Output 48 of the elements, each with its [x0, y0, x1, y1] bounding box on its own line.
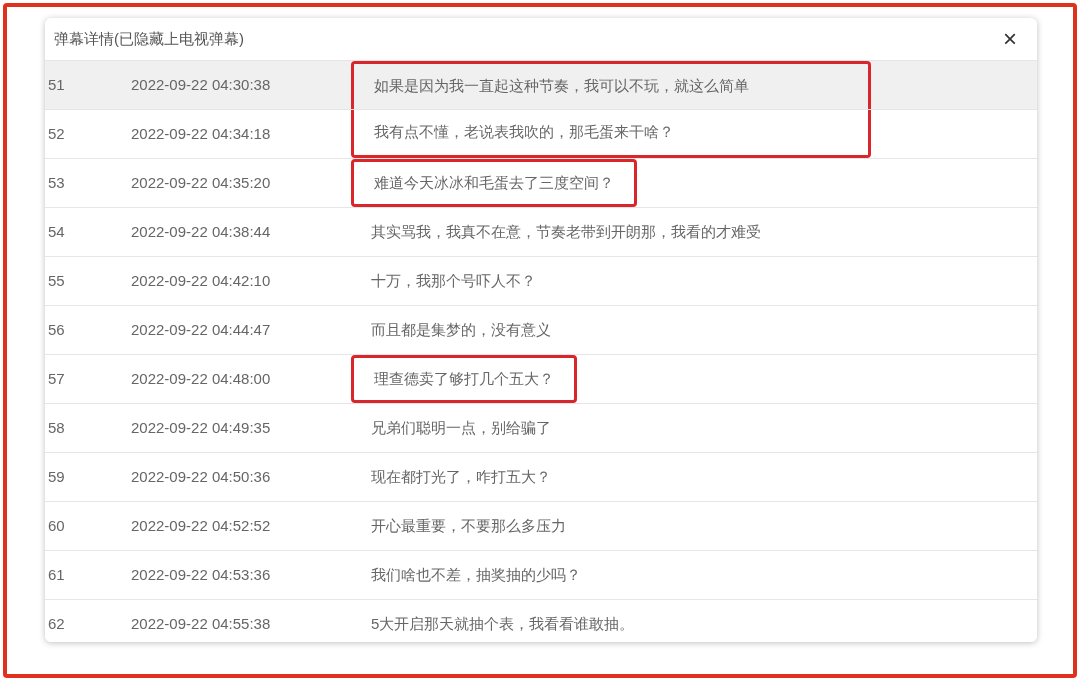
table-row[interactable]: 56 2022-09-22 04:44:47 而且都是集梦的，没有意义 [45, 305, 1037, 354]
row-number: 57 [47, 368, 66, 389]
message-cell-text: 现在都打光了，咋打五大？ [370, 466, 552, 487]
row-number: 61 [47, 564, 66, 585]
row-number: 54 [47, 221, 66, 242]
timestamp-cell-text: 2022-09-22 04:30:38 [131, 74, 272, 95]
table-row[interactable]: 62 2022-09-22 04:55:38 5大开启那天就抽个表，我看看谁敢抽。 [45, 599, 1037, 642]
row-number: 56 [47, 319, 66, 340]
timestamp-cell-text: 2022-09-22 04:50:36 [131, 466, 272, 487]
timestamp-cell-text: 2022-09-22 04:38:44 [131, 221, 272, 242]
table-row[interactable]: 58 2022-09-22 04:49:35 兄弟们聪明一点，别给骗了 [45, 403, 1037, 452]
timestamp-cell-text: 2022-09-22 04:35:20 [131, 172, 272, 193]
row-number: 53 [47, 172, 66, 193]
timestamp-cell-text: 2022-09-22 04:55:38 [131, 613, 272, 634]
table-row[interactable]: 57 2022-09-22 04:48:00 理查德卖了够打几个五大？ [45, 354, 1037, 403]
timestamp-cell-text: 2022-09-22 04:34:18 [131, 123, 272, 144]
row-number: 51 [47, 74, 66, 95]
row-number: 60 [47, 515, 66, 536]
table-row[interactable]: 55 2022-09-22 04:42:10 十万，我那个号吓人不？ [45, 256, 1037, 305]
timestamp-cell-text: 2022-09-22 04:49:35 [131, 417, 272, 438]
message-cell-text: 我们啥也不差，抽奖抽的少吗？ [370, 564, 582, 585]
table-row[interactable]: 52 2022-09-22 04:34:18 我有点不懂，老说表我吹的，那毛蛋来干啥？ [45, 109, 1037, 158]
message-cell: 难道今天冰冰和毛蛋去了三度空间？ [351, 159, 637, 207]
message-cell-text: 兄弟们聪明一点，别给骗了 [370, 417, 552, 438]
table-row[interactable]: 60 2022-09-22 04:52:52 开心最重要，不要那么多压力 [45, 501, 1037, 550]
timestamp-cell-text: 2022-09-22 04:52:52 [131, 515, 272, 536]
timestamp-cell-text: 2022-09-22 04:48:00 [131, 368, 272, 389]
table-row[interactable]: 53 2022-09-22 04:35:20 难道今天冰冰和毛蛋去了三度空间？ [45, 158, 1037, 207]
row-number: 55 [47, 270, 66, 291]
message-cell-text: 其实骂我，我真不在意，节奏老带到开朗那，我看的才难受 [370, 221, 762, 242]
message-cell-text: 开心最重要，不要那么多压力 [370, 515, 567, 536]
row-number: 62 [47, 613, 66, 634]
row-number: 59 [47, 466, 66, 487]
table-row[interactable]: 61 2022-09-22 04:53:36 我们啥也不差，抽奖抽的少吗？ [45, 550, 1037, 599]
table-row[interactable]: 59 2022-09-22 04:50:36 现在都打光了，咋打五大？ [45, 452, 1037, 501]
message-cell-text: 5大开启那天就抽个表，我看看谁敢抽。 [370, 613, 636, 634]
row-number: 52 [47, 123, 66, 144]
message-cell-text: 而且都是集梦的，没有意义 [370, 319, 552, 340]
timestamp-cell-text: 2022-09-22 04:42:10 [131, 270, 272, 291]
close-button[interactable]: × [1003, 27, 1017, 51]
dialog-title: 弹幕详情(已隐藏上电视弹幕) [54, 28, 244, 49]
timestamp-cell-text: 2022-09-22 04:53:36 [131, 564, 272, 585]
timestamp-cell-text: 2022-09-22 04:44:47 [131, 319, 272, 340]
table-row[interactable]: 54 2022-09-22 04:38:44 其实骂我，我真不在意，节奏老带到开朗那，我看的才难受 [45, 207, 1037, 256]
message-cell-text: 十万，我那个号吓人不？ [370, 270, 537, 291]
message-cell: 理查德卖了够打几个五大？ [351, 355, 577, 403]
table-row[interactable]: 51 2022-09-22 04:30:38 如果是因为我一直起这种节奏，我可以不玩，就这么简单 [45, 60, 1037, 109]
row-number: 58 [47, 417, 66, 438]
